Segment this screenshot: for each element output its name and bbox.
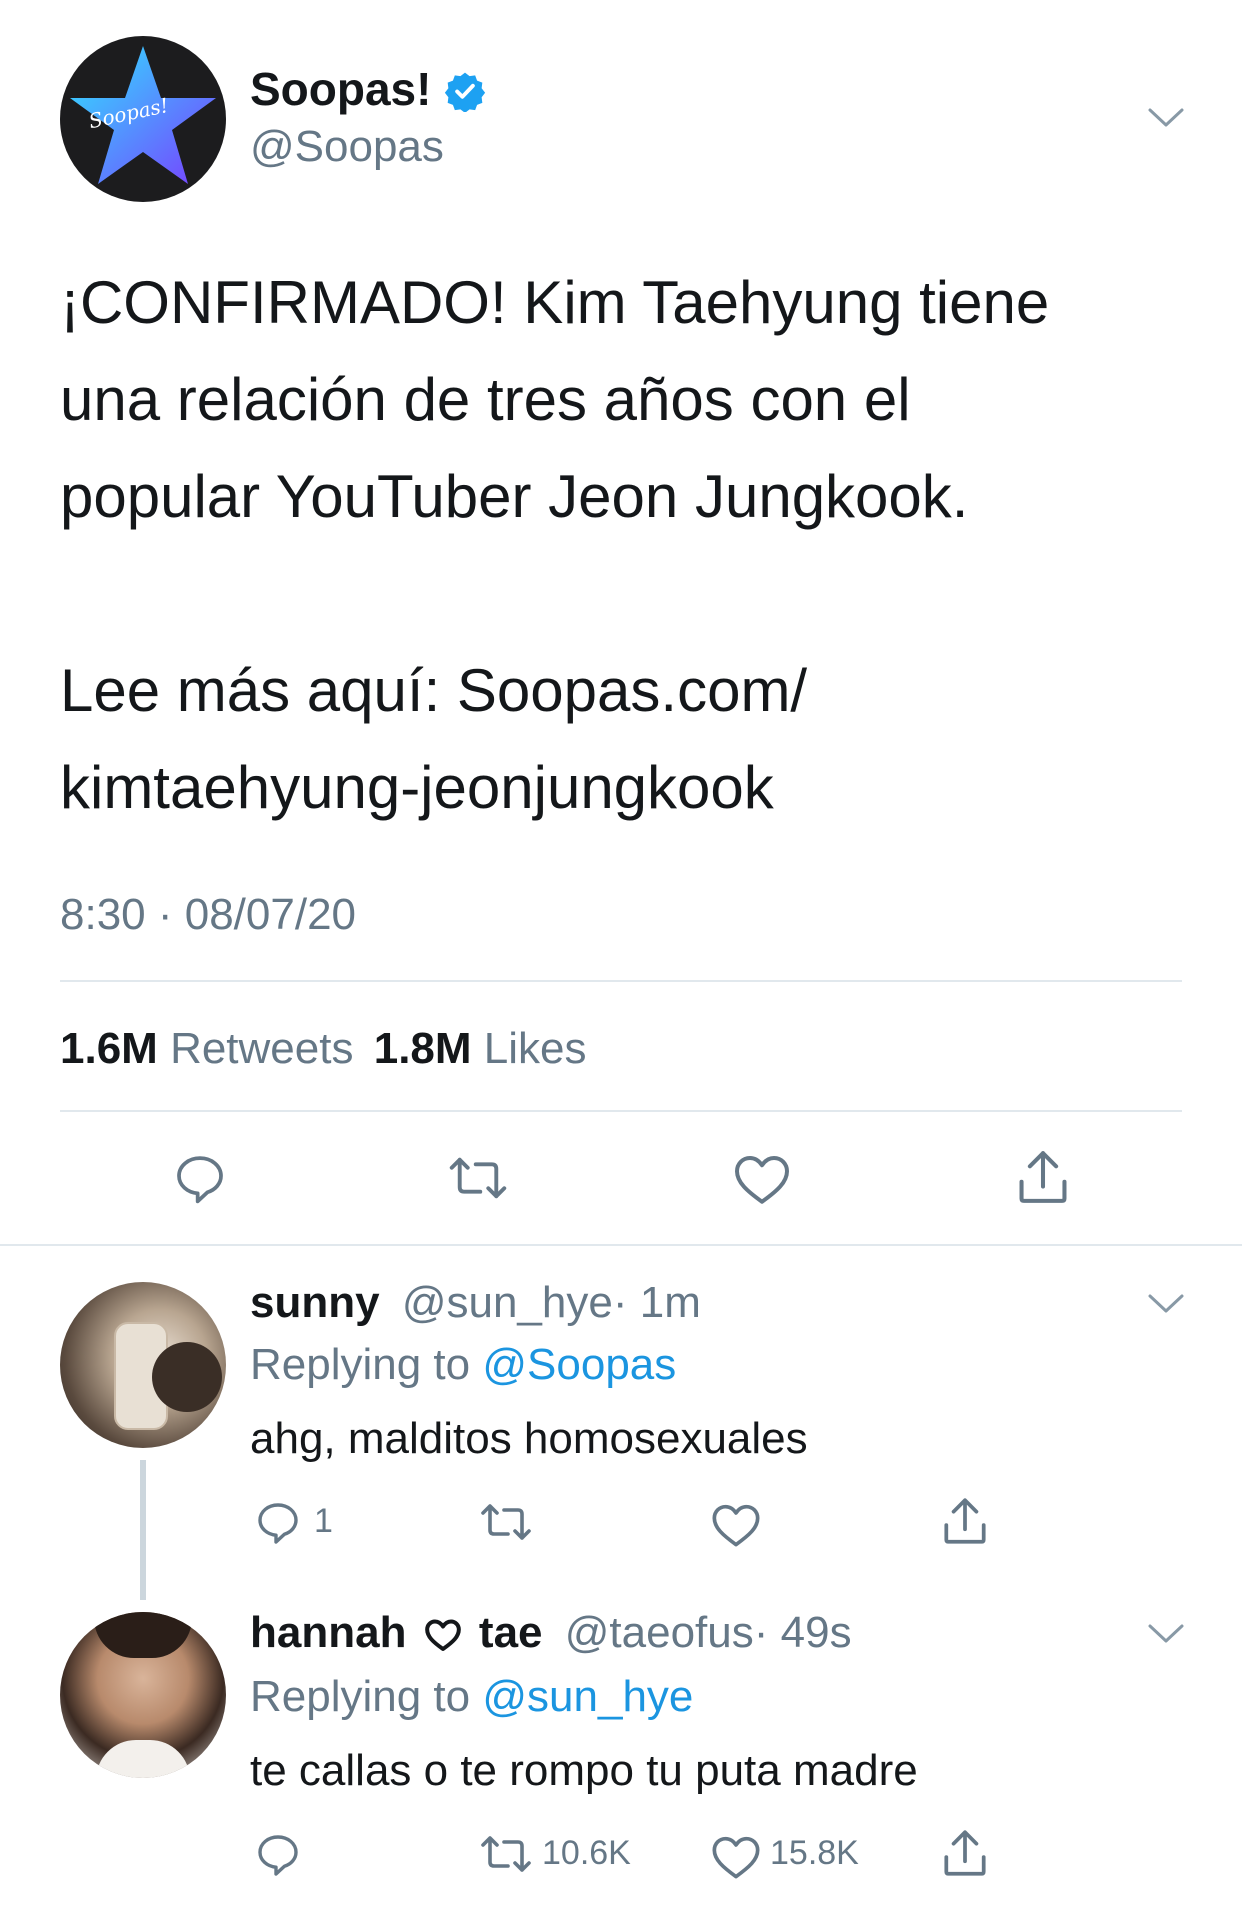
replying-to: Replying to @Soopas — [250, 1338, 676, 1392]
retweet-icon[interactable] — [478, 1830, 534, 1878]
display-name[interactable]: hannah — [250, 1608, 406, 1657]
tweet-body-line: kimtaehyung-jeonjungkook — [60, 754, 774, 821]
chevron-down-icon[interactable] — [1146, 106, 1186, 130]
tweet-body-line: popular YouTuber Jeon Jungkook. — [60, 463, 969, 530]
like-count: 15.8K — [770, 1834, 859, 1872]
handle[interactable]: @taeofus — [565, 1608, 754, 1657]
chevron-down-icon[interactable] — [1146, 1622, 1186, 1646]
share-icon[interactable] — [940, 1826, 990, 1880]
avatar[interactable] — [60, 1612, 226, 1778]
verified-badge-icon — [444, 70, 486, 112]
handle[interactable]: @Soopas — [250, 120, 444, 174]
display-name-suffix[interactable]: tae — [479, 1608, 543, 1657]
like-icon[interactable] — [710, 1500, 762, 1548]
tweet-body: ¡CONFIRMADO! Kim Taehyung tiene una rela… — [60, 254, 1190, 836]
reply-time[interactable]: · 49s — [754, 1608, 852, 1657]
likes-count[interactable]: 1.8M — [374, 1024, 472, 1073]
reply-icon[interactable] — [254, 1830, 302, 1878]
timestamp[interactable]: 8:30 · 08/07/20 — [60, 888, 356, 942]
display-name[interactable]: sunny — [250, 1278, 380, 1327]
reply-icon[interactable] — [254, 1498, 302, 1546]
reply-count: 1 — [314, 1502, 333, 1540]
replying-to-link[interactable]: @sun_hye — [482, 1672, 693, 1721]
replying-to-label: Replying to — [250, 1340, 471, 1389]
star-logo: Soopas! — [70, 46, 216, 184]
tweet-stats: 1.6M Retweets 1.8M Likes — [60, 1022, 587, 1076]
replying-to-link[interactable]: @Soopas — [482, 1340, 676, 1389]
replying-to: Replying to @sun_hye — [250, 1670, 693, 1724]
display-name[interactable]: Soopas! — [250, 62, 431, 116]
thread-line — [140, 1460, 146, 1600]
reply-time[interactable]: · 1m — [613, 1278, 701, 1327]
tweet-body-line: Lee más aquí: Soopas.com/ — [60, 657, 808, 724]
divider — [60, 980, 1182, 982]
replying-to-label: Replying to — [250, 1672, 471, 1721]
heart-emoji-icon — [423, 1612, 463, 1666]
handle[interactable]: @sun_hye — [402, 1278, 613, 1327]
reply-header: hannah tae @taeofus· 49s — [250, 1606, 852, 1666]
tweet-body-line: ¡CONFIRMADO! Kim Taehyung tiene — [60, 269, 1050, 336]
share-icon[interactable] — [1014, 1146, 1072, 1208]
share-icon[interactable] — [940, 1494, 990, 1548]
tweet-body-line: una relación de tres años con el — [60, 366, 911, 433]
retweet-icon[interactable] — [446, 1150, 510, 1206]
avatar[interactable]: Soopas! — [60, 36, 226, 202]
retweets-count[interactable]: 1.6M — [60, 1024, 158, 1073]
like-icon[interactable] — [732, 1150, 792, 1206]
reply-header: sunny @sun_hye· 1m — [250, 1276, 701, 1330]
reply-text: te callas o te rompo tu puta madre — [250, 1746, 918, 1795]
reply-icon[interactable] — [172, 1150, 228, 1206]
likes-label[interactable]: Likes — [484, 1024, 587, 1073]
avatar[interactable] — [60, 1282, 226, 1448]
chevron-down-icon[interactable] — [1146, 1292, 1186, 1316]
retweets-label[interactable]: Retweets — [170, 1024, 353, 1073]
divider — [60, 1110, 1182, 1112]
divider — [0, 1244, 1242, 1246]
retweet-count: 10.6K — [542, 1834, 631, 1872]
retweet-icon[interactable] — [478, 1498, 534, 1546]
like-icon[interactable] — [710, 1832, 762, 1880]
reply-text: ahg, malditos homosexuales — [250, 1414, 808, 1463]
